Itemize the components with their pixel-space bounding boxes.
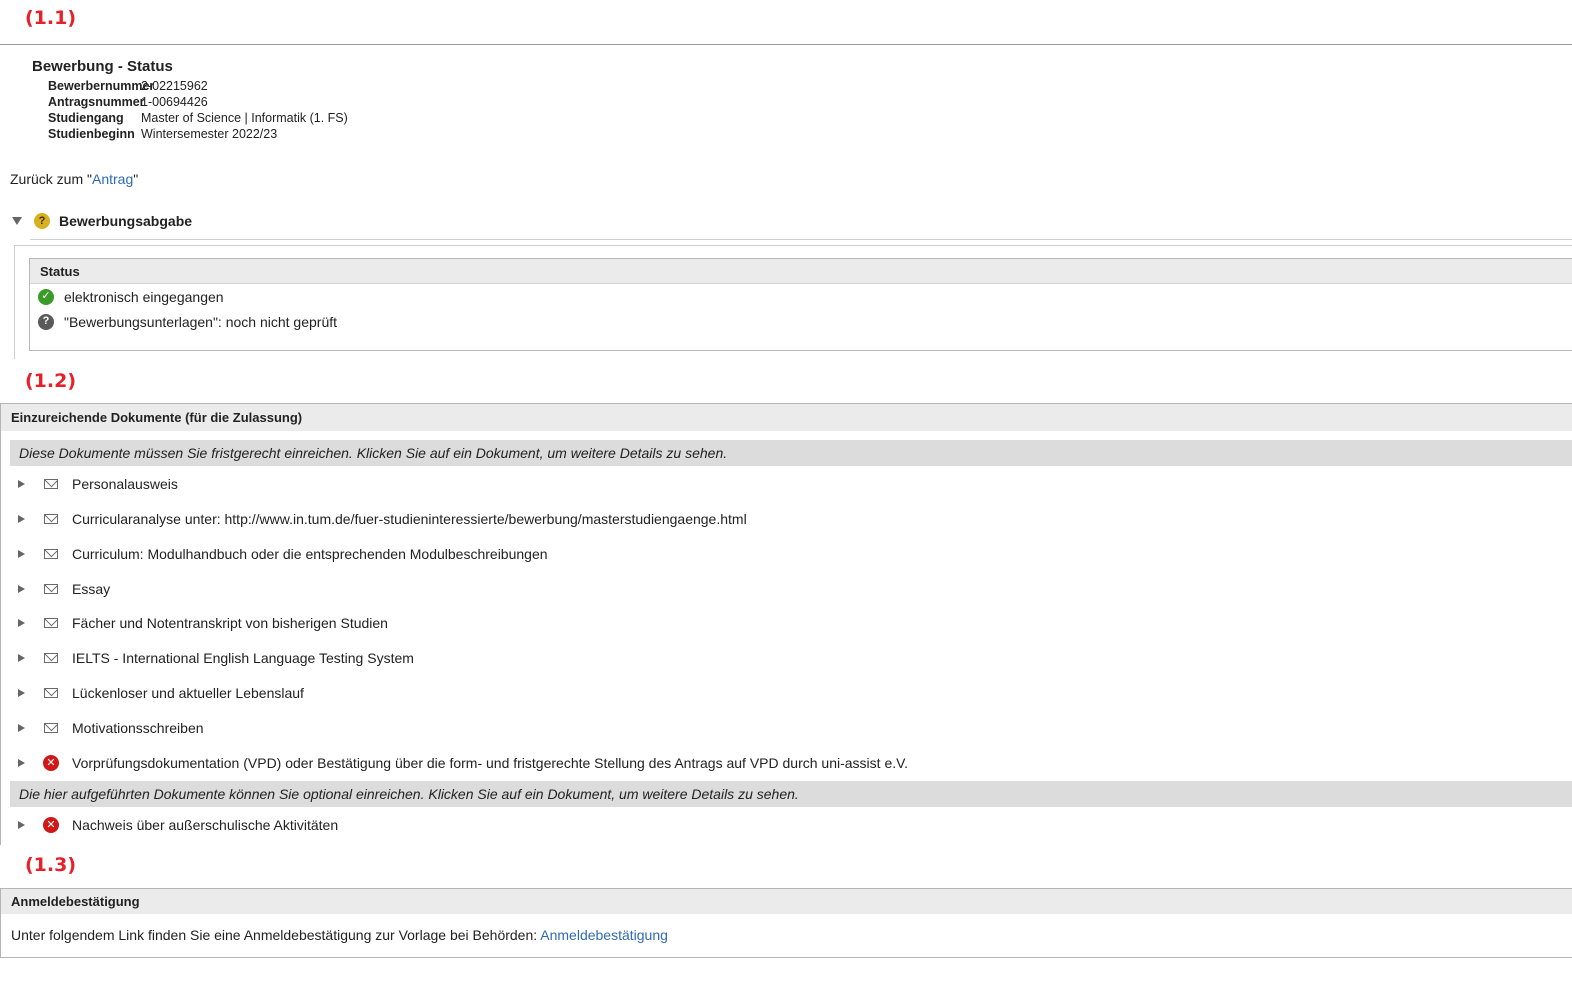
envelope-icon (44, 723, 58, 733)
expand-triangle-icon (18, 654, 25, 662)
expand-triangle-icon (18, 821, 25, 829)
envelope-icon (44, 479, 58, 489)
expand-triangle-icon (18, 689, 25, 697)
info-row-studiengang: Studiengang Master of Science | Informat… (48, 111, 348, 125)
status-item: ✓ elektronisch eingegangen (30, 284, 1572, 309)
envelope-icon (44, 618, 58, 628)
divider (30, 239, 1572, 240)
application-header: Bewerbung - Status Bewerbernummer 2-0221… (32, 58, 348, 142)
document-item-essay[interactable]: Essay (18, 579, 110, 599)
status-item: ? "Bewerbungsunterlagen": noch nicht gep… (30, 309, 1572, 334)
page-title: Bewerbung - Status (32, 58, 173, 75)
envelope-icon (44, 549, 58, 559)
annotation-1-2: (1.2) (25, 370, 77, 392)
expand-triangle-icon (18, 550, 25, 558)
antrag-link[interactable]: Antrag (92, 171, 133, 187)
status-header: Status (30, 259, 1572, 284)
back-line: Zurück zum "Antrag" (10, 171, 139, 187)
expand-triangle-icon (18, 585, 25, 593)
check-icon: ✓ (38, 288, 54, 305)
documents-section: Einzureichende Dokumente (für die Zulass… (0, 403, 1572, 845)
question-icon: ? (38, 313, 54, 330)
anmeldebestaetigung-link[interactable]: Anmeldebestätigung (540, 927, 668, 943)
document-item-aktivitaeten[interactable]: ✕ Nachweis über außerschulische Aktivitä… (18, 815, 338, 835)
expand-triangle-icon (18, 515, 25, 523)
document-item-motivationsschreiben[interactable]: Motivationsschreiben (18, 718, 204, 738)
document-item-personalausweis[interactable]: Personalausweis (18, 474, 178, 494)
envelope-icon (44, 688, 58, 698)
document-item-vpd[interactable]: ✕ Vorprüfungsdokumentation (VPD) oder Be… (18, 753, 908, 773)
question-icon: ? (34, 213, 50, 229)
expand-triangle-icon (18, 480, 25, 488)
documents-header: Einzureichende Dokumente (für die Zulass… (1, 404, 1572, 431)
info-row-antragsnummer: Antragsnummer 1-00694426 (48, 95, 208, 109)
expand-triangle-icon (18, 759, 25, 767)
envelope-icon (44, 584, 58, 594)
submission-section-toggle[interactable]: ? Bewerbungsabgabe (12, 212, 192, 230)
expand-triangle-icon (18, 724, 25, 732)
document-item-ielts[interactable]: IELTS - International English Language T… (18, 648, 414, 668)
envelope-icon (44, 514, 58, 524)
annotation-1-1: (1.1) (25, 7, 77, 29)
registration-section: Anmeldebestätigung Unter folgendem Link … (0, 888, 1572, 958)
info-row-bewerbernummer: Bewerbernummer 2-02215962 (48, 79, 208, 93)
annotation-1-3: (1.3) (25, 854, 77, 876)
document-item-transcript[interactable]: Fächer und Notentranskript von bisherige… (18, 613, 388, 633)
document-item-curricularanalyse[interactable]: Curricularanalyse unter: http://www.in.t… (18, 509, 747, 529)
red-x-icon: ✕ (43, 755, 59, 771)
collapse-triangle-icon (12, 217, 22, 225)
info-row-studienbeginn: Studienbeginn Wintersemester 2022/23 (48, 127, 278, 141)
document-item-lebenslauf[interactable]: Lückenloser und aktueller Lebenslauf (18, 683, 304, 703)
red-x-icon: ✕ (43, 817, 59, 833)
expand-triangle-icon (18, 619, 25, 627)
registration-text: Unter folgendem Link finden Sie eine Anm… (11, 927, 668, 943)
divider (0, 44, 1572, 45)
status-box: Status ✓ elektronisch eingegangen ? "Bew… (29, 258, 1572, 351)
section-title: Bewerbungsabgabe (59, 213, 193, 229)
envelope-icon (44, 653, 58, 663)
optional-notice: Die hier aufgeführten Dokumente können S… (10, 781, 1572, 807)
required-notice: Diese Dokumente müssen Sie fristgerecht … (10, 440, 1572, 466)
registration-header: Anmeldebestätigung (1, 889, 1572, 914)
document-item-curriculum[interactable]: Curriculum: Modulhandbuch oder die entsp… (18, 544, 548, 564)
